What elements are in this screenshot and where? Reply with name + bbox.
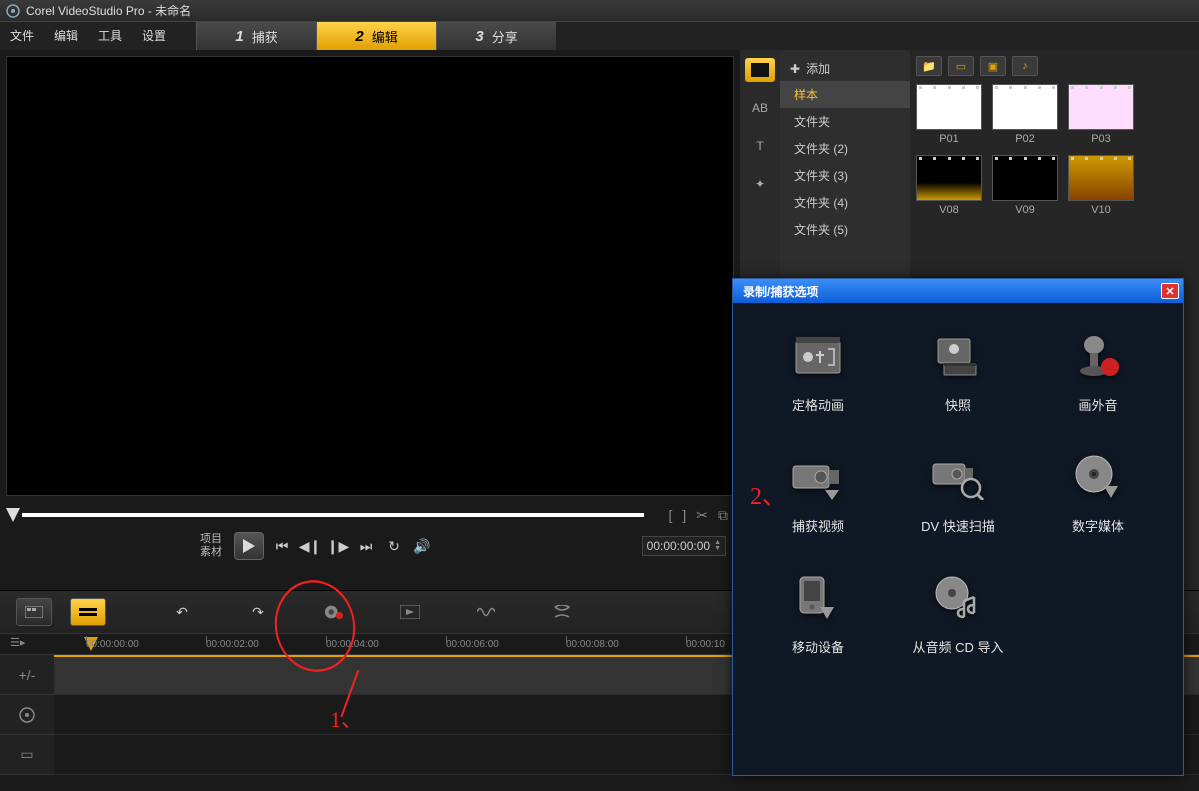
batch-convert-button[interactable] xyxy=(400,602,420,622)
app-logo-icon xyxy=(6,4,20,18)
record-capture-dialog: 录制/捕获选项 ✕ 定格动画 快照 画外音 捕获视频 DV 快速扫描 数字媒体 xyxy=(732,278,1184,776)
preview-video[interactable] xyxy=(6,56,734,496)
menu-settings[interactable]: 设置 xyxy=(132,22,176,50)
media-thumb[interactable]: P01 xyxy=(916,84,982,145)
filter-video-icon[interactable]: ▭ xyxy=(948,56,974,76)
library-filters: 📁 ▭ ▣ ♪ xyxy=(916,56,1193,76)
dialog-close-button[interactable]: ✕ xyxy=(1161,283,1179,299)
option-snapshot[interactable]: 快照 xyxy=(893,333,1023,414)
audio-mixer-button[interactable] xyxy=(476,602,496,622)
chapter-point-button[interactable] xyxy=(552,602,572,622)
lib-tab-graphic[interactable]: ✦ xyxy=(745,172,775,196)
step-edit[interactable]: 2编辑 xyxy=(316,22,436,50)
menu-file[interactable]: 文件 xyxy=(0,22,44,50)
cut-icon[interactable]: ✂ xyxy=(696,507,708,524)
library-folder-item[interactable]: 文件夹 (3) xyxy=(780,162,910,189)
go-end-button[interactable]: ⏭ xyxy=(356,536,376,556)
library-thumbs: P01 P02 P03 V08 V09 V10 xyxy=(916,84,1193,216)
window-title: Corel VideoStudio Pro - 未命名 xyxy=(26,2,191,19)
filter-image-icon[interactable]: ▣ xyxy=(980,56,1006,76)
audio-cd-icon xyxy=(928,575,988,623)
go-start-button[interactable]: ⏮ xyxy=(272,536,292,556)
scrubber-handle[interactable] xyxy=(6,508,20,522)
stop-motion-icon xyxy=(788,333,848,381)
plus-icon: ✚ xyxy=(790,62,800,76)
media-thumb[interactable]: V10 xyxy=(1068,155,1134,216)
storyboard-view-button[interactable] xyxy=(16,598,52,626)
option-voiceover[interactable]: 画外音 xyxy=(1033,333,1163,414)
filter-folder-icon[interactable]: 📁 xyxy=(916,56,942,76)
step-capture[interactable]: 1捕获 xyxy=(196,22,316,50)
mobile-device-icon xyxy=(788,575,848,623)
option-capture-video[interactable]: 捕获视频 xyxy=(753,454,883,535)
step-share[interactable]: 3分享 xyxy=(436,22,556,50)
media-thumb[interactable]: P03 xyxy=(1068,84,1134,145)
option-mobile-device[interactable]: 移动设备 xyxy=(753,575,883,656)
menu-edit[interactable]: 编辑 xyxy=(44,22,88,50)
repeat-button[interactable]: ↻ xyxy=(384,536,404,556)
step-back-button[interactable]: ◀❙ xyxy=(300,536,320,556)
library-add-folder[interactable]: ✚添加 xyxy=(780,56,910,81)
scrubber-track[interactable] xyxy=(22,513,644,517)
mark-in-icon[interactable]: [ xyxy=(668,507,672,524)
ruler-tick: 00:00:02:00 xyxy=(206,639,326,650)
media-thumb[interactable]: V08 xyxy=(916,155,982,216)
scrubber: [ ] ✂ ⧉ xyxy=(6,502,734,528)
option-dv-quickscan[interactable]: DV 快速扫描 xyxy=(893,454,1023,535)
dialog-titlebar[interactable]: 录制/捕获选项 ✕ xyxy=(733,279,1183,303)
track-heads: +/- ▭ xyxy=(0,655,54,775)
dialog-body: 定格动画 快照 画外音 捕获视频 DV 快速扫描 数字媒体 移动设备 从音频 xyxy=(733,303,1183,686)
transport-mode-labels: 项目 素材 xyxy=(182,533,222,559)
mark-out-icon[interactable]: ] xyxy=(682,507,686,524)
option-stop-motion[interactable]: 定格动画 xyxy=(753,333,883,414)
ruler-tick: 00:00:00:00 xyxy=(86,639,206,650)
library-folder-item[interactable]: 文件夹 (2) xyxy=(780,135,910,162)
track-head-overlay[interactable]: ▭ xyxy=(0,735,54,775)
timecode-spinner[interactable]: ▲▼ xyxy=(714,540,721,552)
library-folder-item[interactable]: 文件夹 (4) xyxy=(780,189,910,216)
redo-button[interactable]: ↷ xyxy=(248,602,268,622)
media-thumb[interactable]: V09 xyxy=(992,155,1058,216)
menu-tools[interactable]: 工具 xyxy=(88,22,132,50)
digital-media-icon xyxy=(1068,454,1128,502)
option-import-audio-cd[interactable]: 从音频 CD 导入 xyxy=(893,575,1023,656)
option-digital-media[interactable]: 数字媒体 xyxy=(1033,454,1163,535)
menubar: 文件 编辑 工具 设置 1捕获 2编辑 3分享 xyxy=(0,22,1199,50)
preview-pane: [ ] ✂ ⧉ 项目 素材 ⏮ ◀❙ ❙▶ ⏭ ↻ 🔊 00:00:00:00 xyxy=(0,50,740,590)
volume-button[interactable]: 🔊 xyxy=(412,536,432,556)
timeline-view-button[interactable] xyxy=(70,598,106,626)
lib-tab-media[interactable] xyxy=(745,58,775,82)
titlebar: Corel VideoStudio Pro - 未命名 xyxy=(0,0,1199,22)
ruler-tick: 00:00:04:00 xyxy=(326,639,446,650)
step-tabs: 1捕获 2编辑 3分享 xyxy=(196,22,556,50)
snapshot-icon xyxy=(928,333,988,381)
transport-controls: 项目 素材 ⏮ ◀❙ ❙▶ ⏭ ↻ 🔊 00:00:00:00 ▲▼ xyxy=(6,528,734,564)
voiceover-icon xyxy=(1068,333,1128,381)
play-button[interactable] xyxy=(234,532,264,560)
library-folder-item[interactable]: 文件夹 xyxy=(780,108,910,135)
ruler-tick: 00:00:06:00 xyxy=(446,639,566,650)
lib-tab-title[interactable]: T xyxy=(745,134,775,158)
undo-button[interactable]: ↶ xyxy=(172,602,192,622)
link-icon[interactable]: ⧉ xyxy=(718,507,728,524)
track-head-video[interactable] xyxy=(0,695,54,735)
step-fwd-button[interactable]: ❙▶ xyxy=(328,536,348,556)
timecode[interactable]: 00:00:00:00 ▲▼ xyxy=(642,536,726,556)
dialog-title-text: 录制/捕获选项 xyxy=(743,283,818,300)
lib-tab-transition[interactable]: AB xyxy=(745,96,775,120)
library-folder-item[interactable]: 样本 xyxy=(780,81,910,108)
track-manager-icon[interactable]: ☰▸ xyxy=(10,636,25,649)
filter-audio-icon[interactable]: ♪ xyxy=(1012,56,1038,76)
capture-video-icon xyxy=(788,454,848,502)
track-head-add[interactable]: +/- xyxy=(0,655,54,695)
record-capture-button[interactable] xyxy=(324,602,344,622)
media-thumb[interactable]: P02 xyxy=(992,84,1058,145)
ruler-tick: 00:00:08:00 xyxy=(566,639,686,650)
library-folder-item[interactable]: 文件夹 (5) xyxy=(780,216,910,243)
dv-quickscan-icon xyxy=(928,454,988,502)
